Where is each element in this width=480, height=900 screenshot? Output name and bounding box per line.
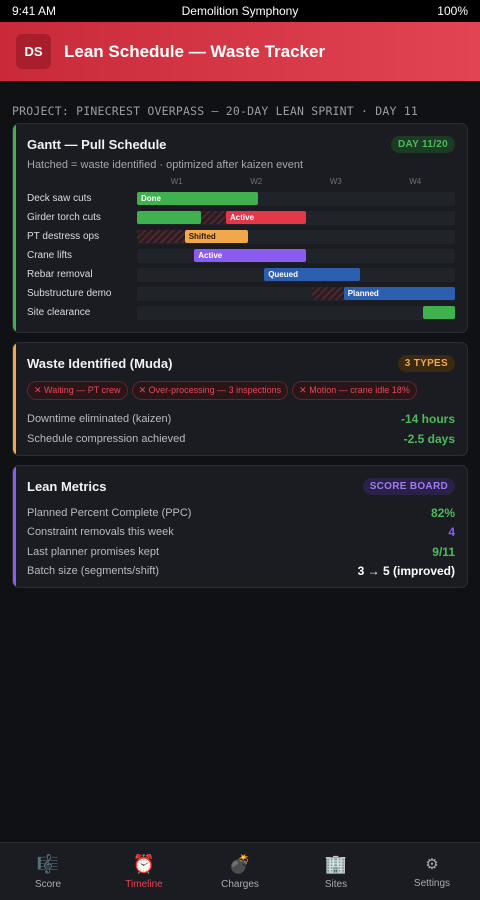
nav-settings[interactable]: ⚙ Settings (384, 843, 480, 900)
nav-label: Score (34, 878, 62, 890)
gantt-bar[interactable]: Shifted (184, 229, 249, 243)
gantt-row: Girder torch cuts Active (27, 208, 455, 227)
gantt-track: Active (137, 248, 455, 263)
gantt-chart: W1 W2 W3 W4 Deck saw cuts Done Girder torch c… (27, 175, 455, 322)
status-app-title: Demolition Symphony (181, 4, 299, 18)
gantt-subtitle: Hatched = waste identified · optimized a… (27, 159, 304, 171)
gantt-row: Crane lifts Active (27, 246, 455, 265)
metric-label: Downtime eliminated (kaizen) (27, 413, 172, 425)
waste-chip[interactable]: ✕ Over-processing — 3 inspections (131, 381, 289, 400)
waste-hatch (200, 210, 227, 224)
metric-label: Planned Percent Complete (PPC) (27, 506, 192, 519)
metric-value: -14 hours (400, 412, 455, 426)
gantt-row: PT destress ops Shifted (27, 227, 455, 246)
building-icon: 🏢 (324, 853, 348, 874)
waste-title: Waste Identified (Muda) (27, 356, 173, 371)
gantt-row-label: Crane lifts (27, 250, 73, 261)
week-label: W3 (329, 177, 342, 186)
day-badge: DAY 11/20 (391, 136, 455, 153)
gantt-bar[interactable]: Active (226, 210, 306, 224)
metric-row: Planned Percent Complete (PPC) 82% (27, 503, 455, 523)
waste-hatch (137, 229, 185, 243)
metric-value: -2.5 days (403, 432, 455, 446)
app-header: DS Lean Schedule — Waste Tracker (0, 22, 480, 81)
week-label: W1 (170, 177, 183, 186)
metric-row: Last planner promises kept 9/11 (27, 542, 455, 562)
score-icon: 🎼 (36, 853, 60, 874)
nav-sites[interactable]: 🏢 Sites (288, 843, 384, 900)
metric-value: 4 (448, 525, 455, 540)
metric-row: Schedule compression achieved -2.5 days (27, 429, 455, 449)
gantt-card: Gantt — Pull Schedule DAY 11/20 Hatched … (12, 123, 468, 333)
status-bar: 9:41 AM Demolition Symphony 100% (0, 0, 480, 22)
waste-card: Waste Identified (Muda) 3 TYPES ✕ Waitin… (12, 342, 468, 456)
gantt-bar[interactable]: Active (194, 248, 306, 262)
metric-row: Constraint removals this week 4 (27, 523, 455, 543)
waste-types-badge: 3 TYPES (397, 355, 455, 372)
gantt-track: Queued (137, 267, 455, 282)
waste-chip[interactable]: ✕ Motion — crane idle 18% (292, 381, 417, 400)
metric-row: Downtime eliminated (kaizen) -14 hours (27, 409, 455, 429)
gantt-title: Gantt — Pull Schedule (27, 137, 167, 152)
gantt-row-label: Girder torch cuts (27, 212, 101, 223)
gantt-bar[interactable]: Queued (264, 267, 360, 281)
nav-charges[interactable]: 💣 Charges (192, 843, 288, 900)
waste-hatch (311, 286, 344, 300)
metric-value: 9/11 (432, 544, 455, 559)
metric-value: 3 → 5 (improved) (357, 564, 455, 579)
week-label: W2 (250, 177, 263, 186)
gantt-bar[interactable]: Planned (343, 286, 455, 300)
nav-label: Settings (413, 877, 451, 889)
gantt-row: Substructure demo Planned (27, 284, 455, 303)
page-title: Lean Schedule — Waste Tracker (64, 41, 326, 61)
week-label: W4 (409, 177, 422, 186)
gantt-bar[interactable] (423, 305, 455, 319)
waste-chips: ✕ Waiting — PT crew ✕ Over-processing — 3… (27, 381, 455, 400)
gantt-bar[interactable]: Done (137, 191, 258, 205)
nav-label: Sites (324, 878, 348, 890)
gantt-track: Shifted (137, 229, 455, 244)
waste-chip[interactable]: ✕ Waiting — PT crew (27, 381, 128, 400)
gantt-track: Planned (137, 286, 455, 301)
gantt-row-label: Site clearance (27, 307, 91, 318)
gantt-row-label: Deck saw cuts (27, 193, 92, 204)
metric-value: 82% (430, 505, 455, 520)
metric-label: Last planner promises kept (27, 545, 160, 558)
nav-score[interactable]: 🎼 Score (0, 843, 96, 900)
gear-icon: ⚙ (425, 855, 439, 873)
metric-label: Batch size (segments/shift) (27, 565, 160, 578)
gantt-track: Active (137, 210, 455, 225)
project-line: PROJECT: PINECREST OVERPASS — 20-DAY LEA… (12, 104, 419, 118)
metric-label: Schedule compression achieved (27, 433, 186, 445)
gantt-track (137, 305, 455, 320)
scoreboard-badge: SCORE BOARD (362, 478, 455, 495)
week-axis: W1 W2 W3 W4 (137, 175, 455, 189)
gantt-row: Rebar removal Queued (27, 265, 455, 284)
bottom-nav: 🎼 Score ⏰ Timeline 💣 Charges 🏢 Sites ⚙ Settings (0, 842, 480, 900)
nav-label: Charges (221, 878, 259, 890)
gantt-bar[interactable] (137, 210, 201, 224)
alarm-clock-icon: ⏰ (132, 853, 156, 874)
gantt-row-label: PT destress ops (27, 231, 100, 242)
gantt-row-label: Substructure demo (27, 288, 112, 299)
gantt-row-label: Rebar removal (27, 269, 93, 280)
metric-label: Constraint removals this week (27, 526, 174, 539)
gantt-row: Site clearance (27, 303, 455, 322)
metrics-title: Lean Metrics (27, 479, 107, 494)
nav-timeline[interactable]: ⏰ Timeline (96, 843, 192, 900)
bomb-icon: 💣 (228, 853, 252, 874)
gantt-track: Done (137, 191, 455, 206)
metrics-card: Lean Metrics SCORE BOARD Planned Percent… (12, 465, 468, 588)
gantt-row: Deck saw cuts Done (27, 189, 455, 208)
app-logo[interactable]: DS (16, 34, 51, 69)
nav-label: Timeline (125, 878, 163, 890)
metric-row: Batch size (segments/shift) 3 → 5 (improv… (27, 562, 455, 582)
